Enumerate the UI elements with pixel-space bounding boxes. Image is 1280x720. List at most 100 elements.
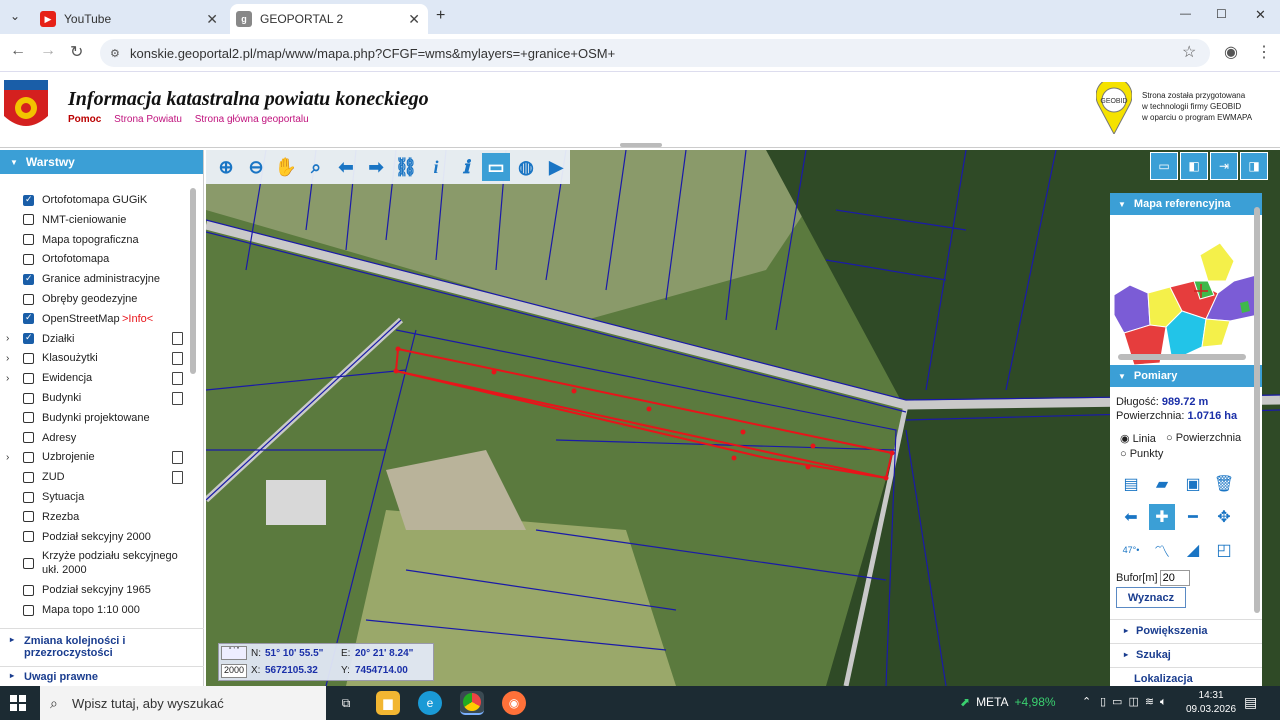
move-point-icon[interactable]: ✥ <box>1211 504 1237 530</box>
delete-trash-icon[interactable]: 🗑 <box>1211 471 1237 497</box>
reference-map[interactable] <box>1110 215 1262 365</box>
next-view-icon[interactable]: ➡ <box>362 153 390 181</box>
taskbar-search[interactable]: ⌕ Wpisz tutaj, aby wyszukać <box>40 686 326 720</box>
site-settings-icon[interactable]: ⚙ <box>110 47 120 60</box>
mode-area-radio[interactable]: ○ Powierzchnia <box>1166 432 1241 444</box>
layer-checkbox[interactable] <box>23 214 34 226</box>
layer-checkbox[interactable] <box>23 312 34 325</box>
county-link[interactable]: Strona Powiatu <box>114 114 182 125</box>
layer-item[interactable]: Granice administracyjne <box>0 269 196 289</box>
legend-document-icon[interactable] <box>172 371 183 385</box>
search-section[interactable]: ▸ Szukaj <box>1110 643 1262 665</box>
pan-hand-icon[interactable]: ✋ <box>272 153 300 181</box>
reference-map-scrollbar[interactable] <box>1118 354 1246 360</box>
header-collapse-handle[interactable] <box>620 143 662 147</box>
layer-item[interactable]: Adresy <box>0 428 196 448</box>
geoportal-home-link[interactable]: Strona główna geoportalu <box>195 114 309 125</box>
layer-checkbox[interactable] <box>23 584 34 596</box>
mode-line-radio[interactable]: ◉ Linia <box>1120 432 1156 445</box>
mode-points-radio[interactable]: ○ Punkty <box>1120 448 1163 460</box>
layer-item[interactable]: Budynki <box>0 388 196 408</box>
legend-document-icon[interactable] <box>172 351 183 365</box>
expand-chevron-icon[interactable]: › <box>6 353 9 364</box>
layer-checkbox[interactable] <box>23 293 34 305</box>
layer-checkbox[interactable] <box>23 557 34 569</box>
layer-item[interactable]: Mapa topo 1:10 000 <box>0 600 196 620</box>
layer-checkbox[interactable] <box>23 194 34 206</box>
layer-item[interactable]: Budynki projektowane <box>0 408 196 428</box>
legend-document-icon[interactable] <box>172 332 183 346</box>
crs-globe-icon[interactable]: ° ' " <box>221 646 247 660</box>
profile-icon[interactable]: ◉ <box>1224 42 1238 62</box>
file-explorer-icon[interactable]: ▆ <box>376 691 400 715</box>
cube-3d-icon[interactable]: ◰ <box>1211 537 1237 563</box>
reference-map-header[interactable]: ▼ Mapa referencyjna <box>1110 193 1262 215</box>
legend-document-icon[interactable] <box>172 450 183 464</box>
link-icon[interactable]: ⛓ <box>392 153 420 181</box>
expand-chevron-icon[interactable]: › <box>6 373 9 384</box>
order-transparency-link[interactable]: ▸ Zmiana kolejności i przezroczystości <box>0 628 204 664</box>
remove-point-icon[interactable]: ━ <box>1180 504 1206 530</box>
layers-scrollbar[interactable] <box>190 188 196 374</box>
globe-icon[interactable]: ◍ <box>512 153 540 181</box>
layer-item[interactable]: Rzezba <box>0 507 196 527</box>
layer-item[interactable]: NMT-cieniowanie <box>0 210 196 230</box>
layer-checkbox[interactable] <box>23 332 34 345</box>
open-folder-icon[interactable]: ▰ <box>1149 471 1175 497</box>
zoom-section[interactable]: ▸ Powiększenia <box>1110 619 1262 641</box>
edge-browser-icon[interactable]: e <box>418 691 442 715</box>
help-link[interactable]: Pomoc <box>68 114 101 125</box>
layer-item[interactable]: ZUD <box>0 467 196 487</box>
tab-youtube[interactable]: ▶ YouTube ✕ <box>34 4 226 34</box>
buffer-input[interactable] <box>1159 570 1190 586</box>
layer-item[interactable]: Obręby geodezyjne <box>0 289 196 309</box>
crs-system-button[interactable]: 2000 <box>221 664 247 678</box>
notifications-icon[interactable]: ▤ <box>1244 694 1257 711</box>
forward-icon[interactable]: → <box>40 42 56 60</box>
new-tab-button[interactable]: + <box>436 7 445 25</box>
layer-item[interactable]: › Uzbrojenie <box>0 447 196 467</box>
layer-item[interactable]: › Działki <box>0 329 196 349</box>
layer-checkbox[interactable] <box>23 451 34 463</box>
layer-item[interactable]: › Ewidencja <box>0 368 196 388</box>
minimize-button[interactable]: — <box>1180 8 1191 20</box>
layer-checkbox[interactable] <box>23 491 34 503</box>
azimuth-icon[interactable]: 47°• <box>1118 537 1144 563</box>
layer-checkbox[interactable] <box>23 253 34 265</box>
previous-view-icon[interactable]: ⬅ <box>332 153 360 181</box>
legend-document-icon[interactable] <box>172 391 183 405</box>
layer-item[interactable]: › Klasoużytki <box>0 348 196 368</box>
windows-start-icon[interactable] <box>10 695 26 711</box>
clock[interactable]: 14:31 09.03.2026 <box>1186 689 1236 717</box>
maximize-button[interactable]: ☐ <box>1216 7 1227 21</box>
measure-header[interactable]: ▼ Pomiary <box>1110 365 1262 387</box>
compute-button[interactable]: Wyznacz <box>1116 587 1186 608</box>
menu-kebab-icon[interactable]: ⋮ <box>1256 42 1272 62</box>
layer-checkbox[interactable] <box>23 531 34 543</box>
back-icon[interactable]: ← <box>10 42 26 60</box>
zoom-out-icon[interactable]: ⊖ <box>242 153 270 181</box>
expand-chevron-icon[interactable]: › <box>6 333 9 344</box>
legal-notes-link[interactable]: ▸ Uwagi prawne <box>0 666 204 686</box>
polyline-icon[interactable]: 〽 <box>1149 537 1175 563</box>
info-extended-icon[interactable]: ℹ <box>452 153 480 181</box>
layer-checkbox[interactable] <box>23 604 34 616</box>
right-panel-scrollbar[interactable] <box>1254 207 1260 613</box>
firefox-browser-icon[interactable]: ◉ <box>502 691 526 715</box>
bookmark-star-icon[interactable]: ☆ <box>1182 42 1196 62</box>
layer-item[interactable]: Ortofotomapa GUGiK <box>0 190 196 210</box>
measure-ruler-icon[interactable]: ▭ <box>482 153 510 181</box>
layout-export-icon[interactable]: ⇥ <box>1210 152 1238 180</box>
zoom-in-icon[interactable]: ⊕ <box>212 153 240 181</box>
layer-checkbox[interactable] <box>23 471 34 483</box>
expand-chevron-icon[interactable]: › <box>6 452 9 463</box>
info-icon[interactable]: i <box>422 153 450 181</box>
profile-terrain-icon[interactable]: ◢ <box>1180 537 1206 563</box>
layers-panel-header[interactable]: ▼ Warstwy <box>0 150 203 174</box>
zoom-extent-icon[interactable]: ⌕ <box>302 153 330 181</box>
legend-document-icon[interactable] <box>172 470 183 484</box>
layer-checkbox[interactable] <box>23 412 34 424</box>
layer-checkbox[interactable] <box>23 372 34 384</box>
layout-full-icon[interactable]: ▭ <box>1150 152 1178 180</box>
layer-checkbox[interactable] <box>23 234 34 246</box>
